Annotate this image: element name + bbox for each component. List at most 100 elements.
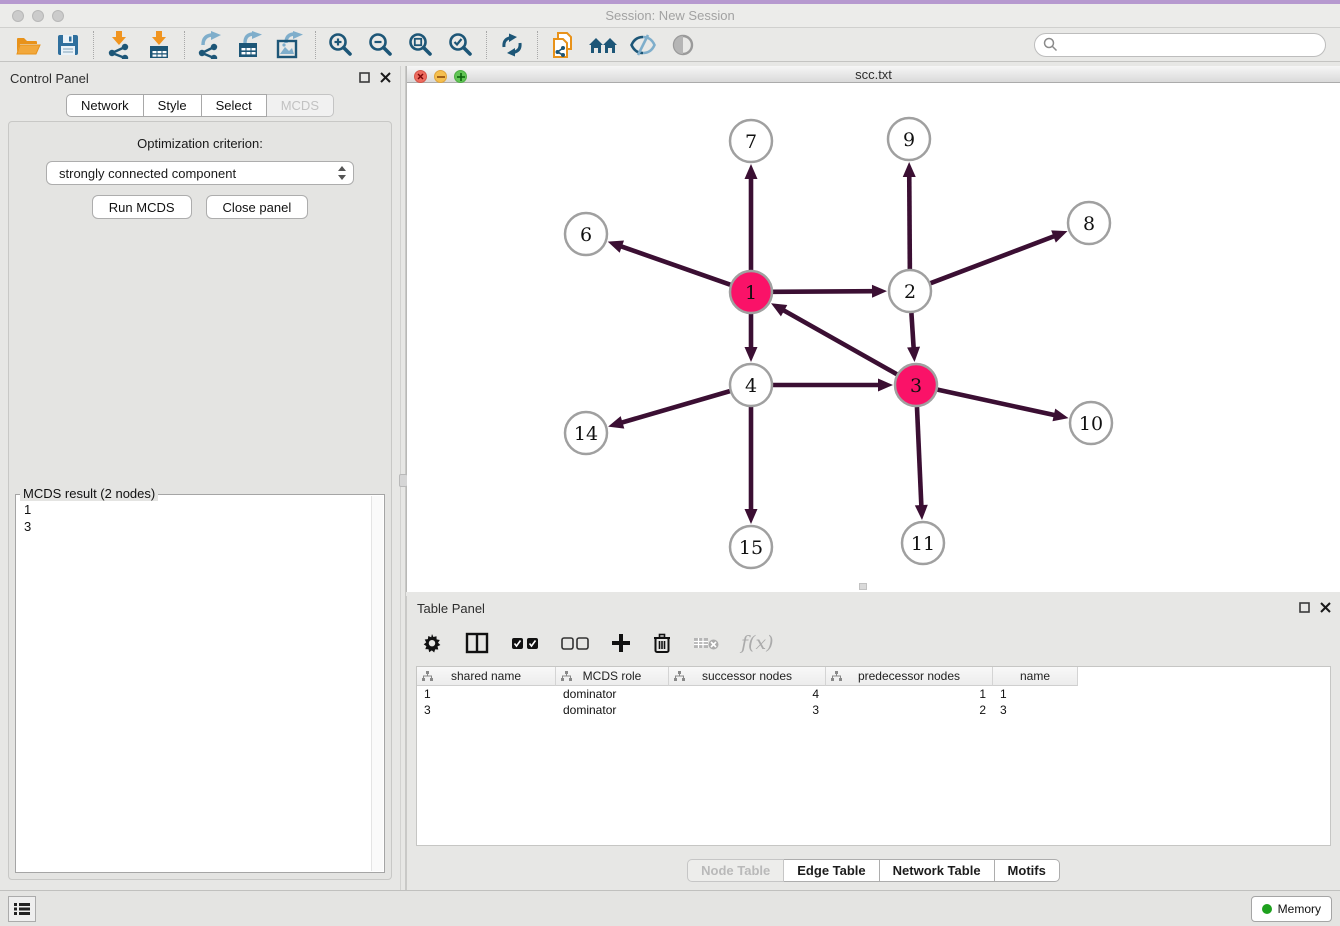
delete-column-button[interactable] (653, 633, 671, 654)
mcds-result-lines: 13 (16, 495, 384, 537)
node-6[interactable]: 6 (565, 213, 607, 255)
clone-network-button[interactable] (543, 30, 583, 60)
tab-style[interactable]: Style (144, 94, 202, 117)
refresh-view-button[interactable] (492, 30, 532, 60)
tab-edge-table[interactable]: Edge Table (784, 859, 879, 882)
edge-2-8[interactable] (931, 230, 1068, 283)
column-header-name[interactable]: name (993, 667, 1078, 686)
node-2[interactable]: 2 (889, 270, 931, 312)
tab-mcds[interactable]: MCDS (267, 94, 334, 117)
edge-1-7[interactable] (745, 164, 758, 270)
tab-network[interactable]: Network (66, 94, 144, 117)
node-table[interactable]: shared nameMCDS rolesuccessor nodesprede… (416, 666, 1331, 846)
float-table-panel-button[interactable] (1298, 601, 1311, 614)
first-neighbors-button[interactable] (583, 30, 623, 60)
table-cell[interactable]: 4 (669, 686, 826, 702)
edge-1-2[interactable] (773, 285, 887, 298)
edge-1-6[interactable] (608, 240, 731, 284)
edge-1-4[interactable] (745, 314, 758, 362)
minimize-window-button[interactable] (32, 10, 44, 22)
minimize-view-button[interactable] (434, 70, 447, 83)
node-11[interactable]: 11 (902, 522, 944, 564)
show-hide-graphics-button[interactable] (623, 30, 663, 60)
table-cell[interactable]: 3 (669, 702, 826, 718)
node-3[interactable]: 3 (895, 364, 937, 406)
maximize-window-button[interactable] (52, 10, 64, 22)
node-14[interactable]: 14 (565, 412, 607, 454)
close-panel-button-mcds[interactable]: Close panel (206, 195, 309, 219)
column-header-MCDS-role[interactable]: MCDS role (556, 667, 669, 686)
table-cell[interactable]: 1 (993, 686, 1078, 702)
canvas-scroll-handle[interactable] (859, 583, 867, 590)
maximize-view-button[interactable] (454, 70, 467, 83)
edge-3-10[interactable] (937, 390, 1068, 422)
settings-gear-button[interactable] (421, 632, 443, 654)
zoom-out-button[interactable] (361, 30, 401, 60)
tab-motifs[interactable]: Motifs (995, 859, 1060, 882)
close-panel-button[interactable] (379, 71, 392, 84)
export-network-icon (197, 31, 223, 59)
edge-4-15[interactable] (745, 407, 758, 524)
node-4[interactable]: 4 (730, 364, 772, 406)
table-cell[interactable]: 1 (826, 686, 993, 702)
node-9[interactable]: 9 (888, 118, 930, 160)
node-1[interactable]: 1 (730, 271, 772, 313)
edge-4-3[interactable] (773, 379, 893, 392)
search-box[interactable] (1034, 33, 1326, 57)
table-cell[interactable]: dominator (556, 702, 669, 718)
tab-select[interactable]: Select (202, 94, 267, 117)
edge-2-9[interactable] (903, 162, 916, 269)
zoom-in-button[interactable] (321, 30, 361, 60)
node-10[interactable]: 10 (1070, 402, 1112, 444)
table-row[interactable]: 3dominator323 (417, 702, 1330, 718)
zoom-fit-button[interactable] (401, 30, 441, 60)
edge-4-14[interactable] (608, 391, 730, 428)
zoom-selected-button[interactable] (441, 30, 481, 60)
table-cell[interactable]: dominator (556, 686, 669, 702)
save-session-button[interactable] (48, 30, 88, 60)
hierarchy-icon (831, 671, 842, 682)
node-7[interactable]: 7 (730, 120, 772, 162)
result-scrollbar[interactable] (371, 496, 383, 871)
close-view-button[interactable] (414, 70, 427, 83)
column-header-successor-nodes[interactable]: successor nodes (669, 667, 826, 686)
table-cell[interactable]: 3 (993, 702, 1078, 718)
table-cell[interactable]: 2 (826, 702, 993, 718)
deselect-all-button[interactable] (561, 637, 589, 650)
column-header-predecessor-nodes[interactable]: predecessor nodes (826, 667, 993, 686)
close-window-button[interactable] (12, 10, 24, 22)
toolbar-separator (93, 31, 94, 59)
table-cell[interactable]: 1 (417, 686, 556, 702)
edge-3-1[interactable] (771, 303, 897, 374)
criterion-dropdown[interactable]: strongly connected component (46, 161, 354, 185)
export-table-button[interactable] (230, 30, 270, 60)
memory-button[interactable]: Memory (1251, 896, 1332, 922)
run-mcds-button[interactable]: Run MCDS (92, 195, 192, 219)
tab-network-table[interactable]: Network Table (880, 859, 995, 882)
tab-node-table[interactable]: Node Table (687, 859, 784, 882)
close-table-panel-button[interactable] (1319, 601, 1332, 614)
edge-3-11[interactable] (915, 407, 928, 520)
control-panel: Control Panel NetworkStyleSelectMCDS Opt… (0, 66, 400, 890)
edge-2-3[interactable] (907, 313, 920, 362)
add-column-button[interactable] (611, 633, 631, 653)
network-canvas[interactable]: 7 9 6 8 1 2 4 3 14 10 15 11 (407, 83, 1340, 592)
float-panel-button[interactable] (358, 71, 371, 84)
column-header-shared-name[interactable]: shared name (417, 667, 556, 686)
export-image-button[interactable] (270, 30, 310, 60)
import-network-button[interactable] (99, 30, 139, 60)
node-table-header: shared nameMCDS rolesuccessor nodesprede… (417, 667, 1330, 686)
node-15[interactable]: 15 (730, 526, 772, 568)
table-cell[interactable]: 3 (417, 702, 556, 718)
eye-disabled-button[interactable] (663, 30, 703, 60)
open-session-button[interactable] (8, 30, 48, 60)
search-input[interactable] (1064, 38, 1317, 52)
import-table-button[interactable] (139, 30, 179, 60)
table-row[interactable]: 1dominator411 (417, 686, 1330, 702)
select-all-button[interactable] (511, 637, 539, 650)
export-network-button[interactable] (190, 30, 230, 60)
task-history-button[interactable] (8, 896, 36, 922)
node-table-body: 1dominator4113dominator323 (417, 686, 1330, 718)
column-view-button[interactable] (465, 632, 489, 654)
node-8[interactable]: 8 (1068, 202, 1110, 244)
